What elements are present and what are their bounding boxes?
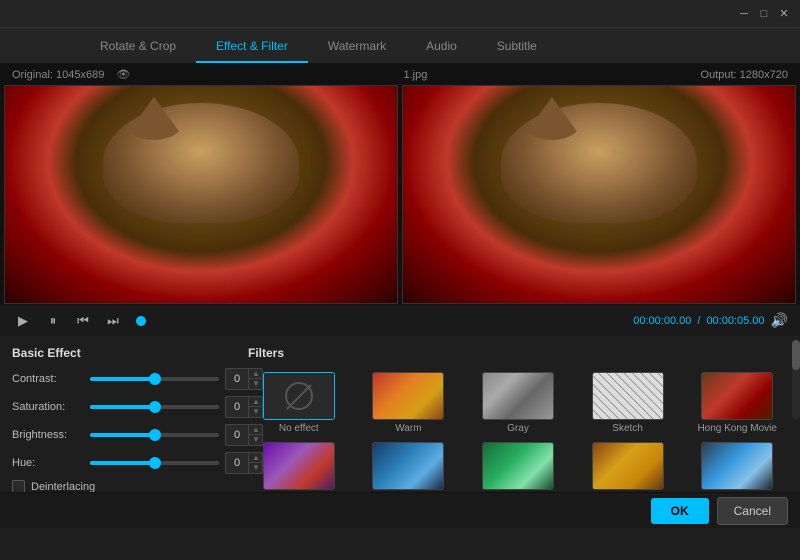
basic-effect-title: Basic Effect	[12, 346, 232, 360]
tab-effect-filter[interactable]: Effect & Filter	[196, 31, 308, 63]
progress-indicator[interactable]	[136, 316, 146, 326]
filter-sepia-thumb	[592, 442, 664, 490]
original-dimensions: Original: 1045x689	[12, 69, 104, 81]
filter-green-thumb	[482, 442, 554, 490]
tabs-row: Rotate & Crop Effect & Filter Watermark …	[0, 28, 800, 64]
next-button[interactable]: ⏭	[102, 310, 124, 332]
filter-hk-label: Hong Kong Movie	[697, 423, 777, 434]
preview-info: Original: 1045x689 👁 1.jpg Output: 1280x…	[0, 64, 800, 85]
tab-subtitle[interactable]: Subtitle	[477, 31, 557, 63]
filter-no-effect[interactable]: No effect	[248, 372, 350, 434]
play-button[interactable]: ▶	[12, 310, 34, 332]
gray-visual	[483, 373, 553, 419]
preview-left	[4, 85, 398, 304]
brightness-label: Brightness:	[12, 429, 84, 441]
ok-button[interactable]: OK	[651, 498, 709, 524]
hue-label: Hue:	[12, 457, 84, 469]
filter-sketch[interactable]: Sketch	[577, 372, 679, 434]
close-button[interactable]: ✕	[776, 6, 792, 22]
filter-cool-thumb	[701, 442, 773, 490]
total-time: 00:00:05.00	[706, 315, 764, 327]
filter-no-effect-thumb	[263, 372, 335, 420]
saturation-row: Saturation: ▲ ▼	[12, 396, 232, 418]
contrast-row: Contrast: ▲ ▼	[12, 368, 232, 390]
original-preview-image	[5, 86, 397, 303]
filter-sepia[interactable]	[577, 442, 679, 493]
brightness-row: Brightness: ▲ ▼	[12, 424, 232, 446]
current-time: 00:00:00.00	[633, 315, 691, 327]
tab-watermark[interactable]: Watermark	[308, 31, 406, 63]
filter-warm-thumb	[372, 372, 444, 420]
filter-purple[interactable]	[248, 442, 350, 493]
filter-warm[interactable]: Warm	[358, 372, 460, 434]
preview-right	[402, 85, 796, 304]
warm-visual	[373, 373, 443, 419]
filter-no-effect-label: No effect	[279, 423, 319, 434]
filter-blue-thumb	[372, 442, 444, 490]
bottom-bar: OK Cancel	[0, 492, 800, 528]
contrast-value-input[interactable]	[226, 373, 248, 385]
filter-gray[interactable]: Gray	[467, 372, 569, 434]
tab-audio[interactable]: Audio	[406, 31, 477, 63]
no-effect-visual	[264, 373, 334, 419]
filters-title: Filters	[248, 346, 788, 360]
maximize-button[interactable]: □	[756, 6, 772, 22]
green-visual	[483, 443, 553, 489]
filter-cool[interactable]	[686, 442, 788, 493]
prev-button[interactable]: ⏮	[72, 310, 94, 332]
preview-area: Original: 1045x689 👁 1.jpg Output: 1280x…	[0, 64, 800, 304]
saturation-slider[interactable]	[90, 405, 219, 409]
filter-sketch-label: Sketch	[612, 423, 643, 434]
time-separator: /	[697, 315, 700, 327]
contrast-slider[interactable]	[90, 377, 219, 381]
preview-images	[0, 85, 800, 304]
sepia-visual	[593, 443, 663, 489]
filter-gray-thumb	[482, 372, 554, 420]
sketch-visual	[593, 373, 663, 419]
scrollbar-thumb[interactable]	[792, 340, 800, 370]
brightness-slider[interactable]	[90, 433, 219, 437]
filters-grid: No effect Warm Gray Ske	[248, 372, 788, 493]
filter-sketch-thumb	[592, 372, 664, 420]
filter-warm-label: Warm	[395, 423, 421, 434]
filter-blue[interactable]	[358, 442, 460, 493]
contrast-label: Contrast:	[12, 373, 84, 385]
controls-row: ▶ ⏸ ⏮ ⏭ 00:00:00.00 / 00:00:05.00 🔊	[0, 304, 800, 336]
output-dimensions: Output: 1280x720	[701, 69, 788, 81]
saturation-label: Saturation:	[12, 401, 84, 413]
time-display: 00:00:00.00 / 00:00:05.00 🔊	[633, 312, 788, 329]
purple-visual	[264, 443, 334, 489]
blue-visual	[373, 443, 443, 489]
hk-visual	[702, 373, 772, 419]
scrollbar[interactable]	[792, 340, 800, 420]
pause-button[interactable]: ⏸	[42, 310, 64, 332]
title-bar: ─ □ ✕	[0, 0, 800, 28]
cool-visual	[702, 443, 772, 489]
deinterlacing-label: Deinterlacing	[31, 481, 95, 493]
filter-gray-label: Gray	[507, 423, 529, 434]
preview-filename: 1.jpg	[403, 69, 427, 81]
hue-value-input[interactable]	[226, 457, 248, 469]
hue-slider[interactable]	[90, 461, 219, 465]
filter-hk-movie[interactable]: Hong Kong Movie	[686, 372, 788, 434]
filter-green[interactable]	[467, 442, 569, 493]
eye-icon[interactable]: 👁	[116, 68, 130, 81]
volume-icon[interactable]: 🔊	[771, 312, 788, 329]
minimize-button[interactable]: ─	[736, 6, 752, 22]
tab-rotate-crop[interactable]: Rotate & Crop	[80, 31, 196, 63]
filter-hk-thumb	[701, 372, 773, 420]
brightness-value-input[interactable]	[226, 429, 248, 441]
filter-purple-thumb	[263, 442, 335, 490]
output-preview-image	[403, 86, 795, 303]
no-effect-circle	[285, 382, 313, 410]
hue-row: Hue: ▲ ▼	[12, 452, 232, 474]
cancel-button[interactable]: Cancel	[717, 497, 788, 525]
saturation-value-input[interactable]	[226, 401, 248, 413]
